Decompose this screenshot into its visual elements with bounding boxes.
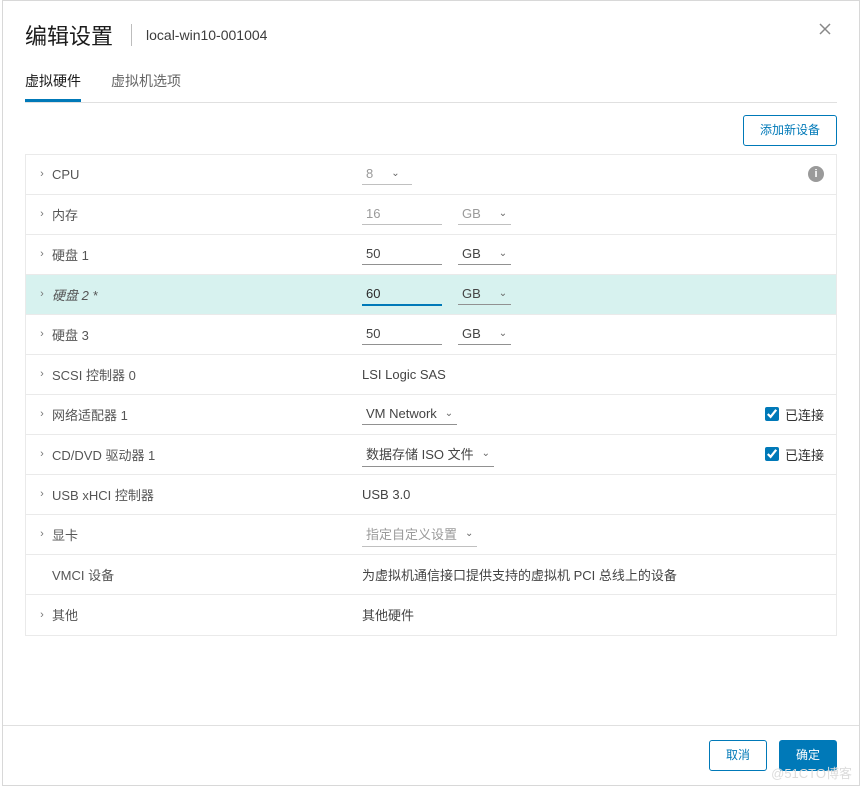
row-label: 硬盘 3 <box>52 325 89 344</box>
expand-icon[interactable]: › <box>32 328 52 340</box>
row-other: › 其他 其他硬件 <box>26 595 836 635</box>
expand-icon[interactable]: › <box>32 448 52 460</box>
video-select[interactable]: 指定自定义设置 ⌄ <box>362 521 477 547</box>
disk3-size-input[interactable] <box>362 323 442 345</box>
expand-icon[interactable]: › <box>32 248 52 260</box>
hardware-table: › CPU 8 ⌄ i › 内存 GB ⌄ <box>25 154 837 636</box>
disk3-unit-select[interactable]: GB ⌄ <box>458 323 511 345</box>
disk2-unit-select[interactable]: GB ⌄ <box>458 283 511 305</box>
row-label: CD/DVD 驱动器 1 <box>52 445 155 464</box>
row-label: 硬盘 2 * <box>52 285 98 304</box>
row-vmci: VMCI 设备 为虚拟机通信接口提供支持的虚拟机 PCI 总线上的设备 <box>26 555 836 595</box>
row-video-card: › 显卡 指定自定义设置 ⌄ <box>26 515 836 555</box>
expand-icon[interactable]: › <box>32 368 52 380</box>
tabs: 虚拟硬件 虚拟机选项 <box>25 61 837 103</box>
row-label: 其他 <box>52 605 78 624</box>
row-cpu: › CPU 8 ⌄ i <box>26 155 836 195</box>
dialog-footer: 取消 确定 <box>3 725 859 785</box>
row-scsi-controller: › SCSI 控制器 0 LSI Logic SAS <box>26 355 836 395</box>
info-icon[interactable]: i <box>808 166 824 182</box>
expand-icon[interactable]: › <box>32 168 52 180</box>
cddvd-select[interactable]: 数据存储 ISO 文件 ⌄ <box>362 441 494 467</box>
chevron-down-icon: ⌄ <box>445 408 453 419</box>
dialog-title: 编辑设置 <box>25 19 113 51</box>
row-disk-3: › 硬盘 3 GB ⌄ <box>26 315 836 355</box>
row-usb-controller: › USB xHCI 控制器 USB 3.0 <box>26 475 836 515</box>
row-memory: › 内存 GB ⌄ <box>26 195 836 235</box>
chevron-down-icon: ⌄ <box>499 248 507 259</box>
expand-icon[interactable]: › <box>32 408 52 420</box>
chevron-down-icon: ⌄ <box>499 288 507 299</box>
row-label: 网络适配器 1 <box>52 405 128 424</box>
tab-vm-options[interactable]: 虚拟机选项 <box>111 61 181 102</box>
expand-icon[interactable]: › <box>32 609 52 621</box>
edit-settings-dialog: 编辑设置 local-win10-001004 虚拟硬件 虚拟机选项 添加新设备… <box>2 0 860 786</box>
row-label: VMCI 设备 <box>52 565 114 584</box>
row-label: 内存 <box>52 205 78 224</box>
row-label: 显卡 <box>52 525 78 544</box>
cddvd-connected-checkbox[interactable] <box>765 447 779 461</box>
chevron-down-icon: ⌄ <box>482 448 490 459</box>
disk2-size-input[interactable] <box>362 283 442 306</box>
cpu-select[interactable]: 8 ⌄ <box>362 163 412 185</box>
memory-unit-select[interactable]: GB ⌄ <box>458 203 511 225</box>
disk1-unit-select[interactable]: GB ⌄ <box>458 243 511 265</box>
usb-value: USB 3.0 <box>362 487 410 502</box>
row-cddvd: › CD/DVD 驱动器 1 数据存储 ISO 文件 ⌄ 已连接 <box>26 435 836 475</box>
row-label: USB xHCI 控制器 <box>52 485 154 504</box>
chevron-down-icon: ⌄ <box>391 168 399 179</box>
vm-name: local-win10-001004 <box>146 27 267 43</box>
expand-icon[interactable]: › <box>32 288 52 300</box>
row-network-adapter: › 网络适配器 1 VM Network ⌄ 已连接 <box>26 395 836 435</box>
dialog-header: 编辑设置 local-win10-001004 <box>3 1 859 61</box>
chevron-down-icon: ⌄ <box>499 328 507 339</box>
network-select[interactable]: VM Network ⌄ <box>362 403 457 425</box>
add-device-button[interactable]: 添加新设备 <box>743 115 837 146</box>
expand-icon[interactable]: › <box>32 208 52 220</box>
row-label: 硬盘 1 <box>52 245 89 264</box>
chevron-down-icon: ⌄ <box>465 528 473 539</box>
row-label: SCSI 控制器 0 <box>52 365 136 384</box>
vmci-value: 为虚拟机通信接口提供支持的虚拟机 PCI 总线上的设备 <box>362 565 677 584</box>
expand-icon[interactable]: › <box>32 528 52 540</box>
row-disk-2: › 硬盘 2 * GB ⌄ <box>26 275 836 315</box>
network-connected-checkbox[interactable] <box>765 407 779 421</box>
row-label: CPU <box>52 167 79 182</box>
tab-virtual-hardware[interactable]: 虚拟硬件 <box>25 61 81 102</box>
disk1-size-input[interactable] <box>362 243 442 265</box>
dialog-content: 添加新设备 › CPU 8 ⌄ i › 内存 <box>3 103 859 725</box>
expand-icon[interactable]: › <box>32 488 52 500</box>
other-value: 其他硬件 <box>362 605 414 624</box>
connected-label: 已连接 <box>785 445 824 464</box>
cancel-button[interactable]: 取消 <box>709 740 767 771</box>
memory-input[interactable] <box>362 203 442 225</box>
row-disk-1: › 硬盘 1 GB ⌄ <box>26 235 836 275</box>
title-separator <box>131 24 132 46</box>
connected-label: 已连接 <box>785 405 824 424</box>
close-icon[interactable] <box>817 21 837 41</box>
scsi-value: LSI Logic SAS <box>362 367 446 382</box>
chevron-down-icon: ⌄ <box>499 208 507 219</box>
ok-button[interactable]: 确定 <box>779 740 837 771</box>
